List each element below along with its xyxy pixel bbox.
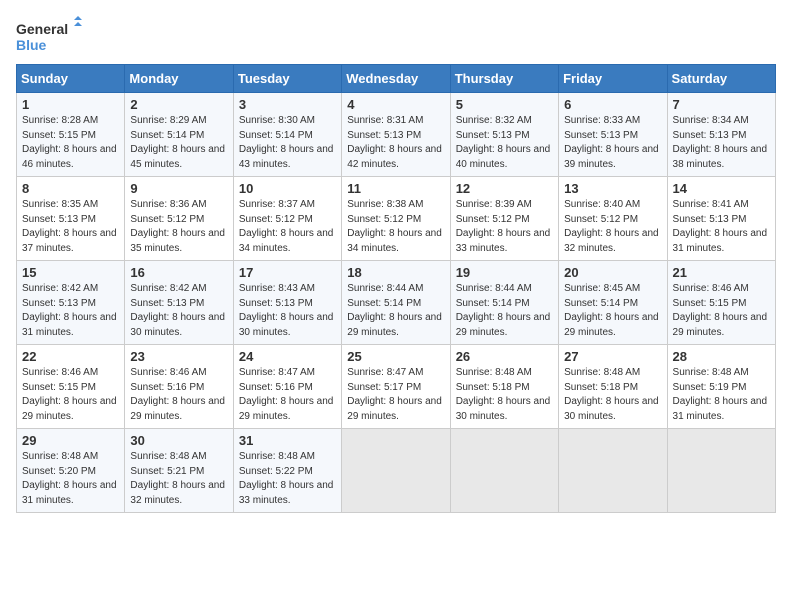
table-row: 13Sunrise: 8:40 AMSunset: 5:12 PMDayligh… (559, 177, 667, 261)
table-row (667, 429, 775, 513)
calendar-week-1: 1Sunrise: 8:28 AMSunset: 5:15 PMDaylight… (17, 93, 776, 177)
page-header: General Blue (16, 16, 776, 56)
table-row: 2Sunrise: 8:29 AMSunset: 5:14 PMDaylight… (125, 93, 233, 177)
weekday-header-saturday: Saturday (667, 65, 775, 93)
table-row: 4Sunrise: 8:31 AMSunset: 5:13 PMDaylight… (342, 93, 450, 177)
table-row: 12Sunrise: 8:39 AMSunset: 5:12 PMDayligh… (450, 177, 558, 261)
table-row: 30Sunrise: 8:48 AMSunset: 5:21 PMDayligh… (125, 429, 233, 513)
table-row (450, 429, 558, 513)
weekday-header-sunday: Sunday (17, 65, 125, 93)
table-row: 10Sunrise: 8:37 AMSunset: 5:12 PMDayligh… (233, 177, 341, 261)
table-row: 25Sunrise: 8:47 AMSunset: 5:17 PMDayligh… (342, 345, 450, 429)
table-row: 28Sunrise: 8:48 AMSunset: 5:19 PMDayligh… (667, 345, 775, 429)
table-row: 17Sunrise: 8:43 AMSunset: 5:13 PMDayligh… (233, 261, 341, 345)
calendar-body: 1Sunrise: 8:28 AMSunset: 5:15 PMDaylight… (17, 93, 776, 513)
weekday-header-wednesday: Wednesday (342, 65, 450, 93)
table-row: 6Sunrise: 8:33 AMSunset: 5:13 PMDaylight… (559, 93, 667, 177)
table-row: 11Sunrise: 8:38 AMSunset: 5:12 PMDayligh… (342, 177, 450, 261)
table-row: 26Sunrise: 8:48 AMSunset: 5:18 PMDayligh… (450, 345, 558, 429)
table-row: 22Sunrise: 8:46 AMSunset: 5:15 PMDayligh… (17, 345, 125, 429)
table-row: 29Sunrise: 8:48 AMSunset: 5:20 PMDayligh… (17, 429, 125, 513)
table-row: 19Sunrise: 8:44 AMSunset: 5:14 PMDayligh… (450, 261, 558, 345)
table-row: 14Sunrise: 8:41 AMSunset: 5:13 PMDayligh… (667, 177, 775, 261)
calendar-week-3: 15Sunrise: 8:42 AMSunset: 5:13 PMDayligh… (17, 261, 776, 345)
calendar-week-5: 29Sunrise: 8:48 AMSunset: 5:20 PMDayligh… (17, 429, 776, 513)
calendar-week-2: 8Sunrise: 8:35 AMSunset: 5:13 PMDaylight… (17, 177, 776, 261)
table-row: 8Sunrise: 8:35 AMSunset: 5:13 PMDaylight… (17, 177, 125, 261)
table-row: 27Sunrise: 8:48 AMSunset: 5:18 PMDayligh… (559, 345, 667, 429)
logo: General Blue (16, 16, 86, 56)
weekday-header-monday: Monday (125, 65, 233, 93)
table-row: 21Sunrise: 8:46 AMSunset: 5:15 PMDayligh… (667, 261, 775, 345)
table-row: 23Sunrise: 8:46 AMSunset: 5:16 PMDayligh… (125, 345, 233, 429)
table-row: 24Sunrise: 8:47 AMSunset: 5:16 PMDayligh… (233, 345, 341, 429)
table-row: 20Sunrise: 8:45 AMSunset: 5:14 PMDayligh… (559, 261, 667, 345)
svg-text:General: General (16, 21, 68, 37)
table-row: 1Sunrise: 8:28 AMSunset: 5:15 PMDaylight… (17, 93, 125, 177)
table-row: 3Sunrise: 8:30 AMSunset: 5:14 PMDaylight… (233, 93, 341, 177)
weekday-header-thursday: Thursday (450, 65, 558, 93)
table-row: 9Sunrise: 8:36 AMSunset: 5:12 PMDaylight… (125, 177, 233, 261)
table-row: 16Sunrise: 8:42 AMSunset: 5:13 PMDayligh… (125, 261, 233, 345)
calendar-table: SundayMondayTuesdayWednesdayThursdayFrid… (16, 64, 776, 513)
svg-text:Blue: Blue (16, 37, 47, 53)
weekday-header-friday: Friday (559, 65, 667, 93)
weekday-header-tuesday: Tuesday (233, 65, 341, 93)
weekday-header-row: SundayMondayTuesdayWednesdayThursdayFrid… (17, 65, 776, 93)
table-row (559, 429, 667, 513)
table-row: 15Sunrise: 8:42 AMSunset: 5:13 PMDayligh… (17, 261, 125, 345)
logo-svg: General Blue (16, 16, 86, 56)
table-row: 18Sunrise: 8:44 AMSunset: 5:14 PMDayligh… (342, 261, 450, 345)
table-row: 31Sunrise: 8:48 AMSunset: 5:22 PMDayligh… (233, 429, 341, 513)
table-row: 7Sunrise: 8:34 AMSunset: 5:13 PMDaylight… (667, 93, 775, 177)
table-row (342, 429, 450, 513)
table-row: 5Sunrise: 8:32 AMSunset: 5:13 PMDaylight… (450, 93, 558, 177)
calendar-week-4: 22Sunrise: 8:46 AMSunset: 5:15 PMDayligh… (17, 345, 776, 429)
